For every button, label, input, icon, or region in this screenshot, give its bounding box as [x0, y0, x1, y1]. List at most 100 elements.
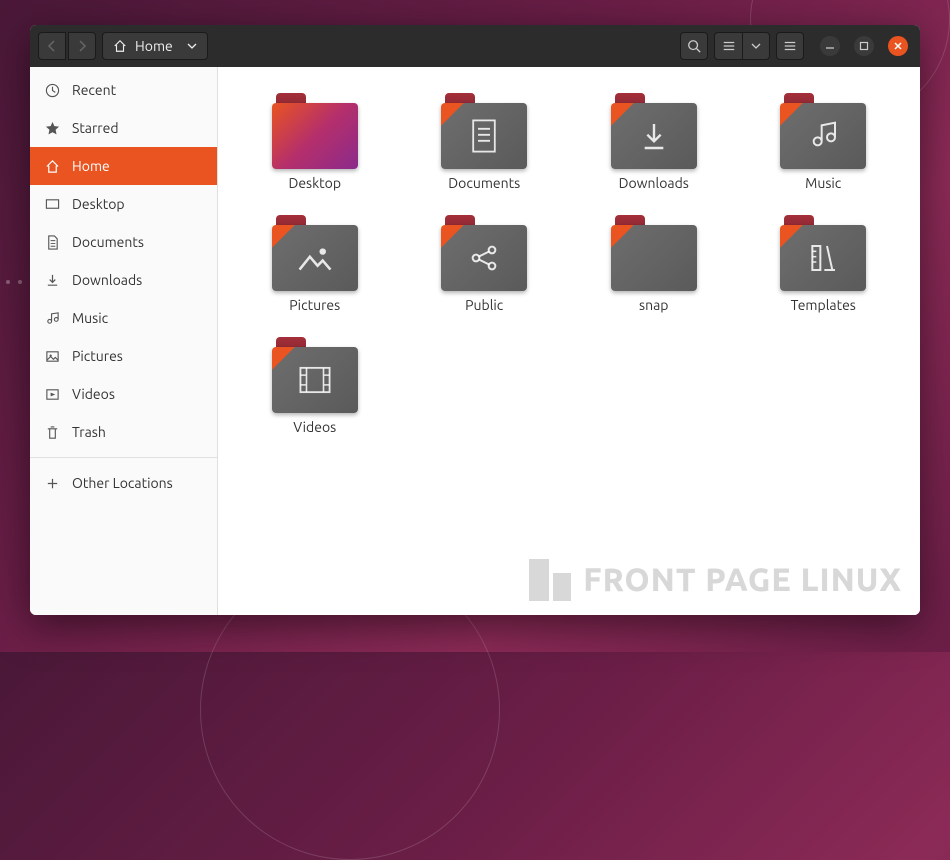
- folder-music[interactable]: Music: [751, 87, 897, 197]
- sidebar-item-pictures[interactable]: Pictures: [30, 337, 217, 375]
- list-icon: [722, 39, 736, 53]
- ruler-icon: [807, 242, 839, 274]
- sidebar-item-label: Music: [72, 310, 108, 326]
- hamburger-menu-button[interactable]: [776, 32, 804, 60]
- folder-documents[interactable]: Documents: [412, 87, 558, 197]
- star-icon: [44, 121, 60, 136]
- plus-icon: [44, 476, 60, 491]
- sidebar-item-label: Home: [72, 158, 110, 174]
- search-icon: [687, 39, 701, 53]
- list-view-button[interactable]: [714, 32, 742, 60]
- folder-label: Templates: [791, 297, 856, 313]
- folder-icon: [272, 337, 358, 413]
- sidebar-item-label: Videos: [72, 386, 115, 402]
- chevron-down-icon: [187, 42, 197, 50]
- content-area: Desktop Documents Downloads: [218, 67, 920, 615]
- watermark-logo-icon: [529, 559, 571, 601]
- folder-icon: [780, 215, 866, 291]
- film-icon: [298, 365, 332, 395]
- sidebar-item-home[interactable]: Home: [30, 147, 217, 185]
- share-icon: [468, 242, 500, 274]
- view-options-button[interactable]: [742, 32, 770, 60]
- watermark: FRONT PAGE LINUX: [529, 559, 902, 601]
- folder-label: Downloads: [619, 175, 689, 191]
- home-icon: [113, 39, 127, 53]
- sidebar-item-label: Starred: [72, 120, 119, 136]
- file-manager-window: Home: [30, 25, 920, 615]
- desktop-icon: [44, 197, 60, 212]
- folder-pictures[interactable]: Pictures: [242, 209, 388, 319]
- clock-icon: [44, 83, 60, 98]
- sidebar-item-desktop[interactable]: Desktop: [30, 185, 217, 223]
- hamburger-icon: [783, 39, 797, 53]
- folder-snap[interactable]: snap: [581, 209, 727, 319]
- sidebar-item-label: Desktop: [72, 196, 125, 212]
- folder-label: Public: [465, 297, 503, 313]
- sidebar-item-recent[interactable]: Recent: [30, 71, 217, 109]
- picture-icon: [44, 349, 60, 364]
- folder-downloads[interactable]: Downloads: [581, 87, 727, 197]
- folder-desktop[interactable]: Desktop: [242, 87, 388, 197]
- folder-label: Documents: [448, 175, 520, 191]
- folder-label: snap: [639, 297, 668, 313]
- download-icon: [638, 120, 670, 152]
- folder-icon: [272, 93, 358, 169]
- view-mode-group: [714, 32, 770, 60]
- folder-icon: [611, 93, 697, 169]
- sidebar-item-music[interactable]: Music: [30, 299, 217, 337]
- document-icon: [44, 235, 60, 250]
- watermark-text: FRONT PAGE LINUX: [583, 562, 902, 598]
- sidebar-item-label: Recent: [72, 82, 116, 98]
- folder-label: Videos: [293, 419, 336, 435]
- folder-label: Music: [805, 175, 841, 191]
- sidebar-item-downloads[interactable]: Downloads: [30, 261, 217, 299]
- folder-icon: [611, 215, 697, 291]
- maximize-button[interactable]: [854, 36, 874, 56]
- maximize-icon: [859, 41, 869, 51]
- sidebar-item-label: Pictures: [72, 348, 123, 364]
- minimize-icon: [825, 41, 835, 51]
- folder-templates[interactable]: Templates: [751, 209, 897, 319]
- close-icon: [893, 41, 903, 51]
- sidebar: Recent Starred Home Desktop Documents Do…: [30, 67, 218, 615]
- download-icon: [44, 273, 60, 288]
- titlebar: Home: [30, 25, 920, 67]
- close-button[interactable]: [888, 36, 908, 56]
- sidebar-item-documents[interactable]: Documents: [30, 223, 217, 261]
- document-icon: [469, 118, 499, 154]
- folder-public[interactable]: Public: [412, 209, 558, 319]
- music-icon: [44, 311, 60, 326]
- home-icon: [44, 159, 60, 174]
- folder-label: Pictures: [289, 297, 340, 313]
- sidebar-item-label: Documents: [72, 234, 144, 250]
- forward-button[interactable]: [68, 32, 96, 60]
- search-button[interactable]: [680, 32, 708, 60]
- music-icon: [807, 120, 839, 152]
- sidebar-item-label: Downloads: [72, 272, 142, 288]
- nav-buttons: [38, 32, 96, 60]
- chevron-left-icon: [47, 40, 57, 52]
- window-controls: [820, 36, 908, 56]
- sidebar-item-trash[interactable]: Trash: [30, 413, 217, 451]
- video-icon: [44, 387, 60, 402]
- picture-icon: [297, 243, 333, 273]
- folder-videos[interactable]: Videos: [242, 331, 388, 441]
- folder-icon: [441, 93, 527, 169]
- folder-label: Desktop: [288, 175, 341, 191]
- breadcrumb-label: Home: [135, 38, 173, 54]
- folder-icon: [780, 93, 866, 169]
- trash-icon: [44, 425, 60, 440]
- chevron-right-icon: [77, 40, 87, 52]
- back-button[interactable]: [38, 32, 66, 60]
- breadcrumb[interactable]: Home: [102, 32, 208, 60]
- sidebar-item-starred[interactable]: Starred: [30, 109, 217, 147]
- window-body: Recent Starred Home Desktop Documents Do…: [30, 67, 920, 615]
- chevron-down-icon: [751, 42, 761, 50]
- sidebar-item-videos[interactable]: Videos: [30, 375, 217, 413]
- folder-icon: [272, 215, 358, 291]
- sidebar-item-other-locations[interactable]: Other Locations: [30, 464, 217, 502]
- minimize-button[interactable]: [820, 36, 840, 56]
- sidebar-item-label: Other Locations: [72, 475, 173, 491]
- sidebar-item-label: Trash: [72, 424, 106, 440]
- sidebar-separator: [30, 457, 217, 458]
